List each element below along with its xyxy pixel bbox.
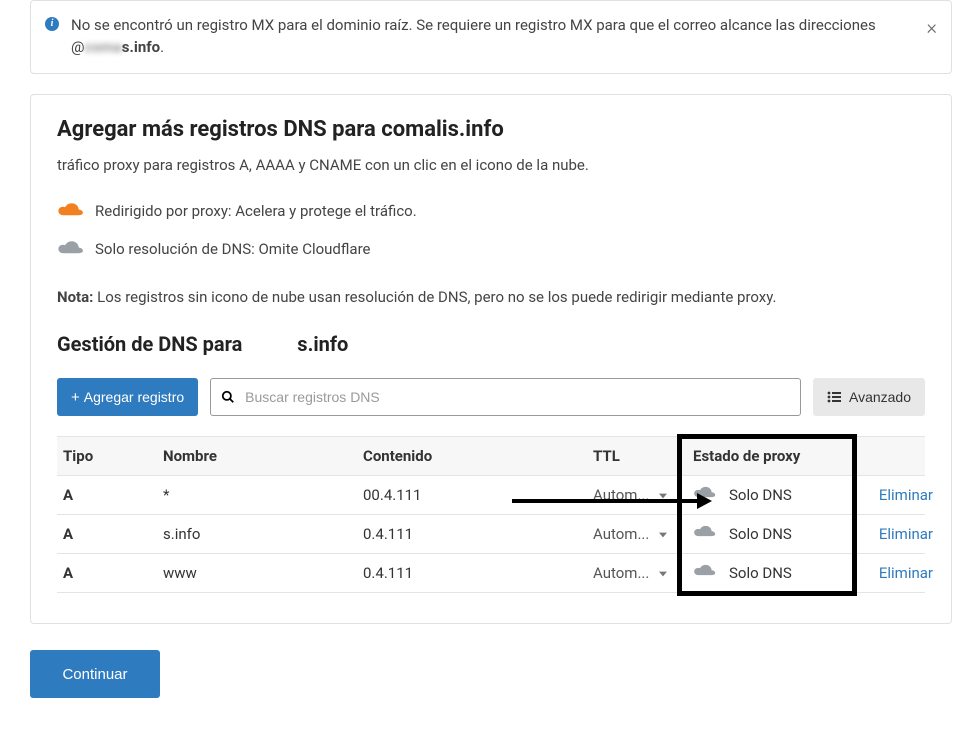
cloud-grey-icon: [693, 525, 721, 543]
header-content: Contenido: [363, 447, 593, 465]
cell-proxy[interactable]: Solo DNS: [693, 525, 853, 543]
cell-type: A: [63, 564, 163, 582]
cell-name: *: [163, 486, 363, 504]
cell-content: 0.4.111: [363, 564, 593, 582]
delete-link[interactable]: Eliminar: [853, 564, 933, 582]
cell-content: 0.4.111: [363, 525, 593, 543]
advanced-label: Avanzado: [849, 389, 911, 405]
cloud-grey-icon: [693, 564, 721, 582]
mx-missing-alert: i No se encontró un registro MX para el …: [30, 0, 952, 74]
dns-table: Tipo Nombre Contenido TTL Estado de prox…: [57, 436, 925, 593]
alert-text: No se encontró un registro MX para el do…: [71, 16, 876, 56]
cloud-orange-icon: [57, 202, 85, 220]
legend-dns-only-text: Solo resolución de DNS: Omite Cloudflare: [95, 240, 370, 258]
info-icon: i: [45, 17, 59, 31]
advanced-button[interactable]: Avanzado: [813, 378, 925, 416]
delete-link[interactable]: Eliminar: [853, 525, 933, 543]
delete-link[interactable]: Eliminar: [853, 486, 933, 504]
search-input[interactable]: [243, 388, 790, 406]
note: Nota: Los registros sin icono de nube us…: [57, 286, 797, 309]
cell-ttl[interactable]: Autom...: [593, 525, 693, 543]
table-row[interactable]: A s.info 0.4.111 Autom... Solo DNS Elimi…: [57, 515, 925, 554]
cell-proxy[interactable]: Solo DNS: [693, 564, 853, 582]
cell-name: www: [163, 564, 363, 582]
legend-dns-only: Solo resolución de DNS: Omite Cloudflare: [57, 240, 925, 258]
mgmt-title: Gestión de DNS para s.info: [57, 332, 925, 356]
card-intro: tráfico proxy para registros A, AAAA y C…: [57, 156, 925, 174]
legend-proxy: Redirigido por proxy: Acelera y protege …: [57, 202, 925, 220]
header-name: Nombre: [163, 447, 363, 465]
card-title: Agregar más registros DNS para comalis.i…: [57, 117, 925, 142]
add-record-button[interactable]: + Agregar registro: [57, 378, 198, 416]
continue-button[interactable]: Continuar: [30, 650, 160, 698]
table-row[interactable]: A * 00.4.111 Autom... Solo DNS Eliminar: [57, 476, 925, 515]
header-type: Tipo: [63, 447, 163, 465]
list-icon: [827, 391, 841, 403]
header-proxy: Estado de proxy: [693, 447, 853, 465]
table-row[interactable]: A www 0.4.111 Autom... Solo DNS Eliminar: [57, 554, 925, 593]
search-icon: [221, 390, 235, 404]
cell-ttl[interactable]: Autom...: [593, 486, 693, 504]
header-ttl: TTL: [593, 447, 693, 465]
add-record-label: Agregar registro: [84, 389, 184, 405]
cloud-grey-icon: [693, 486, 721, 504]
chevron-down-icon: [659, 493, 667, 499]
close-icon[interactable]: ×: [927, 17, 937, 37]
toolbar: + Agregar registro Avanzado: [57, 378, 925, 416]
dns-card: Agregar más registros DNS para comalis.i…: [30, 94, 952, 625]
cell-type: A: [63, 486, 163, 504]
cloud-grey-icon: [57, 240, 85, 258]
cell-ttl[interactable]: Autom...: [593, 564, 693, 582]
cell-proxy[interactable]: Solo DNS: [693, 486, 853, 504]
cell-content: 00.4.111: [363, 486, 593, 504]
table-header: Tipo Nombre Contenido TTL Estado de prox…: [57, 436, 925, 476]
chevron-down-icon: [659, 571, 667, 577]
legend-proxy-text: Redirigido por proxy: Acelera y protege …: [95, 202, 417, 220]
cell-type: A: [63, 525, 163, 543]
cell-name: s.info: [163, 525, 363, 543]
plus-icon: +: [71, 390, 80, 405]
chevron-down-icon: [659, 532, 667, 538]
search-wrap[interactable]: [210, 378, 801, 416]
